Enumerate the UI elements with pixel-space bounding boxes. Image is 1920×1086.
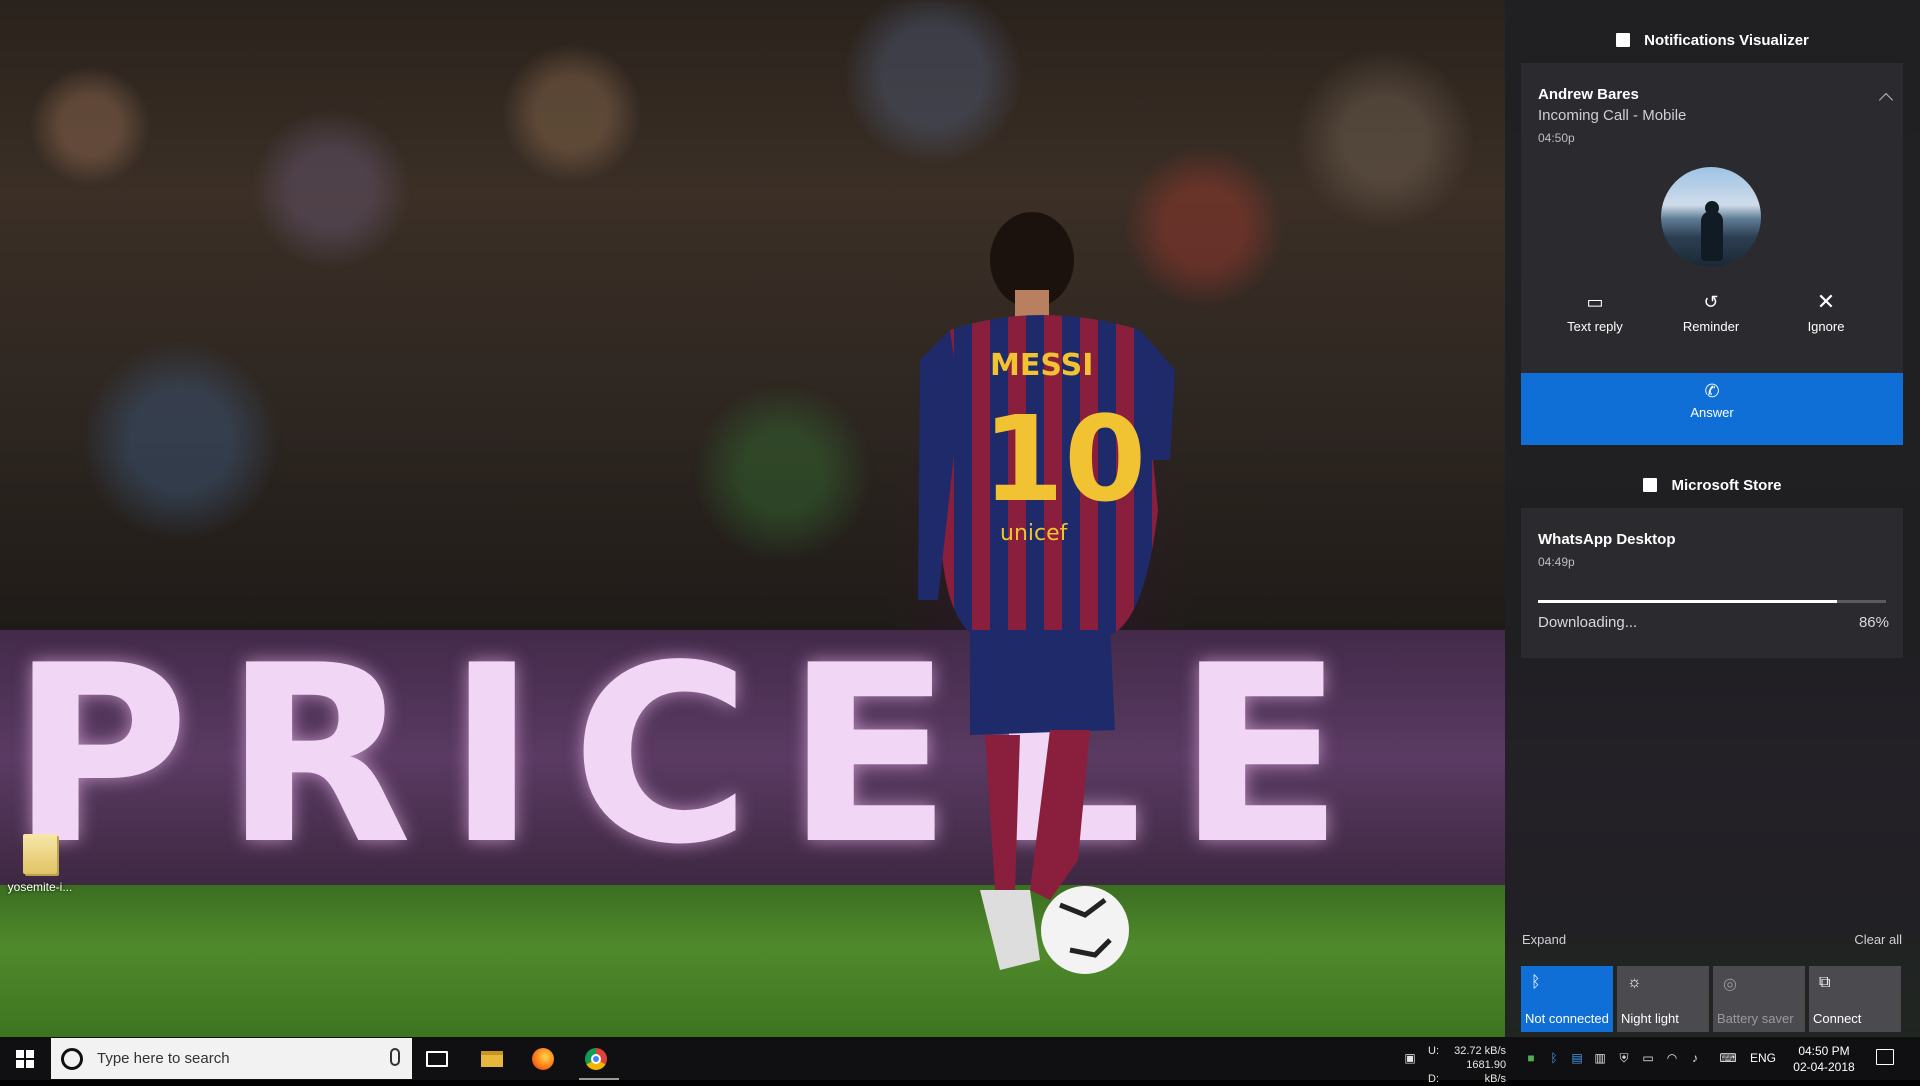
file-icon <box>23 834 57 874</box>
answer-label: Answer <box>1690 405 1734 420</box>
download-title: WhatsApp Desktop <box>1538 531 1676 548</box>
app-icon <box>1616 33 1631 47</box>
expand-link[interactable]: Expand <box>1522 932 1566 947</box>
windows-icon <box>16 1049 34 1068</box>
wallpaper-crowd <box>0 0 1505 630</box>
message-icon: ▭ <box>1586 292 1604 312</box>
download-progress-bar <box>1538 600 1886 603</box>
bluetooth-tray-icon[interactable]: ᛒ <box>1547 1051 1561 1065</box>
tray-app-icon-2[interactable]: ▤ <box>1570 1051 1584 1065</box>
tray-green-icon[interactable]: ■ <box>1524 1051 1538 1065</box>
start-button[interactable] <box>0 1037 50 1080</box>
app-header-microsoft-store[interactable]: Microsoft Store <box>1505 465 1920 505</box>
clock-date: 02-04-2018 <box>1793 1060 1855 1074</box>
volume-icon[interactable]: ♪ <box>1688 1051 1702 1065</box>
wallpaper-player: MESSI 10 unicef <box>918 212 1175 974</box>
quick-action-label: Not connected <box>1525 1011 1609 1026</box>
app-name: Notifications Visualizer <box>1644 31 1809 49</box>
player-name-text: MESSI <box>990 348 1093 383</box>
language-indicator[interactable]: ENG <box>1750 1051 1776 1065</box>
collapse-chevron-icon[interactable] <box>1878 92 1894 108</box>
reminder-button[interactable]: ↺ Reminder <box>1656 291 1766 334</box>
reminder-icon: ↺ <box>1703 292 1719 312</box>
action-center-icon[interactable] <box>1876 1049 1894 1065</box>
phone-icon: ✆ <box>1704 381 1720 401</box>
sponsor-text: unicef <box>1000 521 1069 546</box>
tray-app-icon[interactable]: ▣ <box>1403 1051 1417 1065</box>
file-explorer-button[interactable] <box>467 1037 517 1080</box>
call-notification[interactable]: Andrew Bares Incoming Call - Mobile 04:5… <box>1521 63 1903 373</box>
desktop-file-icon[interactable]: yosemite-i... <box>4 834 76 906</box>
answer-button[interactable]: ✆ Answer <box>1521 373 1903 445</box>
cortana-icon <box>61 1048 83 1070</box>
caller-name: Andrew Bares <box>1538 86 1639 103</box>
download-time: 04:49p <box>1538 555 1575 569</box>
quick-action-label: Connect <box>1813 1011 1862 1026</box>
search-placeholder: Type here to search <box>97 1050 230 1067</box>
tray-app-icon-3[interactable]: ▥ <box>1593 1051 1607 1065</box>
download-progress-fill <box>1538 600 1838 603</box>
reminder-label: Reminder <box>1682 319 1740 334</box>
call-time: 04:50p <box>1538 131 1575 145</box>
task-view-button[interactable] <box>412 1037 462 1080</box>
wifi-icon[interactable]: ◠ <box>1665 1051 1679 1065</box>
quick-action-battery-saver[interactable]: ◎ Battery saver <box>1713 966 1805 1032</box>
ignore-label: Ignore <box>1807 319 1845 334</box>
taskbar: Type here to search ▣ U: 32.72 kB/s D: 1… <box>0 1037 1920 1085</box>
task-view-icon <box>426 1050 448 1067</box>
download-label: D: <box>1428 1073 1439 1085</box>
app-header-notifications-visualizer[interactable]: Notifications Visualizer <box>1505 20 1920 60</box>
upload-speed: 32.72 kB/s <box>1454 1045 1507 1057</box>
clear-all-link[interactable]: Clear all <box>1854 932 1902 947</box>
quick-action-connect[interactable]: ⧉ Connect <box>1809 966 1901 1032</box>
chrome-icon <box>585 1047 607 1070</box>
battery-saver-icon: ◎ <box>1723 976 1737 993</box>
wallpaper-banner-text: PRICELE <box>10 628 1379 883</box>
connect-icon: ⧉ <box>1819 974 1831 991</box>
quick-action-bluetooth[interactable]: ᛒ Not connected <box>1521 966 1613 1032</box>
clock-time: 04:50 PM <box>1798 1044 1850 1058</box>
call-subtitle: Incoming Call - Mobile <box>1538 107 1687 124</box>
download-status: Downloading... <box>1538 614 1638 631</box>
firefox-button[interactable] <box>518 1037 568 1080</box>
action-center: Notifications Visualizer Andrew Bares In… <box>1505 0 1920 1037</box>
security-icon[interactable]: ⛨ <box>1617 1051 1631 1065</box>
quick-action-label: Night light <box>1621 1011 1679 1026</box>
microphone-icon[interactable] <box>390 1048 400 1066</box>
quick-action-night-light[interactable]: ☼ Night light <box>1617 966 1709 1032</box>
store-icon <box>1643 478 1658 492</box>
chrome-button[interactable] <box>571 1037 621 1080</box>
bluetooth-icon: ᛒ <box>1531 974 1541 991</box>
clock[interactable]: 04:50 PM 02-04-2018 <box>1788 1043 1860 1075</box>
ignore-button[interactable]: ✕ Ignore <box>1771 289 1881 335</box>
download-percent: 86% <box>1858 614 1889 631</box>
keyboard-icon[interactable]: ⌨ <box>1714 1051 1742 1065</box>
text-reply-button[interactable]: ▭ Text reply <box>1540 291 1650 334</box>
download-notification[interactable]: WhatsApp Desktop 04:49p Downloading... 8… <box>1521 508 1903 658</box>
player-number-text: 10 <box>982 390 1146 528</box>
wallpaper-pitch <box>0 885 1505 1040</box>
quick-action-label: Battery saver <box>1717 1011 1794 1026</box>
search-box[interactable]: Type here to search <box>51 1038 412 1079</box>
folder-icon <box>481 1050 503 1067</box>
caller-avatar <box>1661 167 1761 267</box>
text-reply-label: Text reply <box>1567 319 1623 334</box>
battery-icon[interactable]: ▭ <box>1641 1051 1655 1065</box>
upload-label: U: <box>1428 1045 1439 1057</box>
night-light-icon: ☼ <box>1627 974 1642 991</box>
firefox-icon <box>532 1047 554 1070</box>
download-speed: 1681.90 kB/s <box>1466 1059 1507 1085</box>
app-name: Microsoft Store <box>1671 476 1782 494</box>
desktop-file-label: yosemite-i... <box>7 880 73 894</box>
close-icon: ✕ <box>1816 289 1836 314</box>
